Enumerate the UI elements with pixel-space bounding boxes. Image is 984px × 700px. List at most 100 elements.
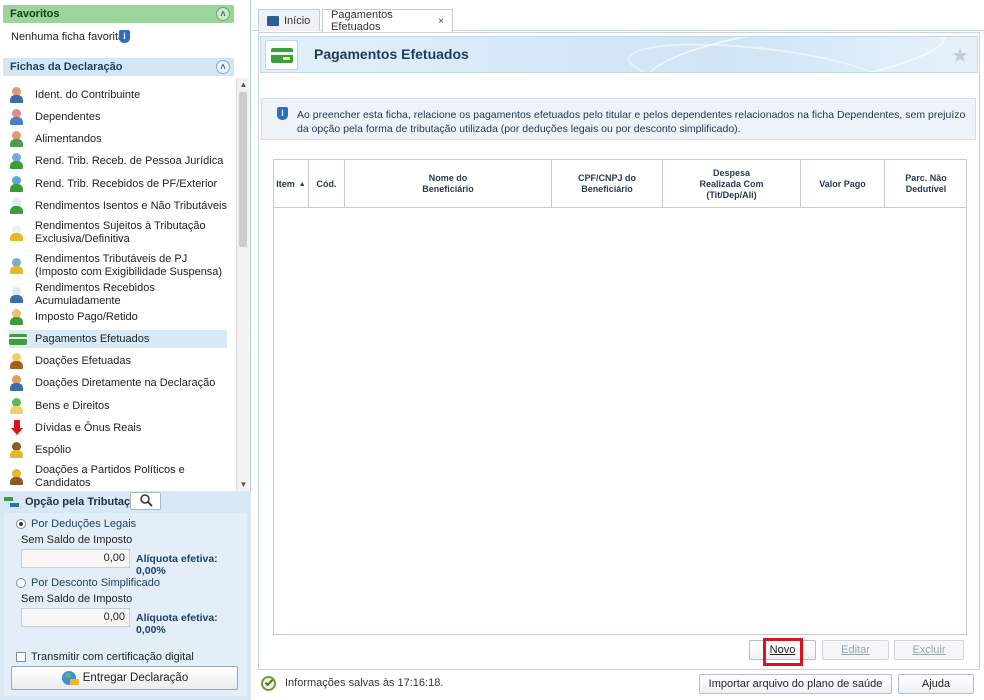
ficha-item-label: Rend. Trib. Receb. de Pessoa Jurídica (35, 154, 224, 167)
ficha-item[interactable]: Rend. Trib. Receb. de Pessoa Jurídica (9, 152, 227, 170)
simplificado-label: Por Desconto Simplificado (31, 577, 161, 589)
column-header-cod[interactable]: Cód. (309, 160, 345, 208)
info-icon: i (277, 107, 288, 120)
ficha-item-label: Doações Diretamente na Declaração (35, 376, 216, 389)
ficha-item[interactable]: Bens e Direitos (9, 397, 227, 415)
page-title: Pagamentos Efetuados (314, 46, 469, 62)
importar-plano-saude-button[interactable]: Importar arquivo do plano de saúde (699, 674, 892, 694)
column-header-despesa[interactable]: Despesa Realizada Com (Tit/Dep/Ali) (663, 160, 801, 208)
ficha-item[interactable]: Rendimentos Isentos e Não Tributáveis (9, 197, 227, 215)
ficha-item[interactable]: Espólio (9, 441, 227, 459)
ficha-item[interactable]: Doações a Partidos Políticos e Candidato… (9, 463, 227, 491)
income-pj-icon (9, 153, 27, 169)
simplificado-radio[interactable] (16, 578, 26, 588)
favoritos-empty-text: Nenhuma ficha favorita (11, 31, 125, 43)
ficha-item-label: Ident. do Contribuinte (35, 88, 141, 101)
fichas-scrollbar[interactable]: ▲ ▼ (236, 78, 249, 491)
ficha-item[interactable]: Imposto Pago/Retido (9, 308, 227, 326)
certificacao-checkbox[interactable] (16, 652, 26, 662)
ficha-item-label: Pagamentos Efetuados (35, 332, 150, 345)
scroll-down-icon[interactable]: ▼ (237, 478, 250, 491)
entregar-label: Entregar Declaração (82, 672, 189, 684)
person-icon (9, 87, 27, 103)
info-icon[interactable]: i (119, 30, 130, 43)
info-box: i Ao preencher esta ficha, relacione os … (261, 98, 976, 140)
tab-pagamentos-efetuados[interactable]: Pagamentos Efetuados × (322, 9, 453, 33)
ficha-item[interactable]: Doações Efetuadas (9, 352, 227, 370)
pagamentos-table[interactable]: Item ▲ Cód. Nome do Beneficiário CPF/CNPJ… (273, 159, 967, 635)
tributacao-panel: Opção pela Tributação: Por Deduções Lega… (0, 491, 251, 700)
entregar-declaracao-button[interactable]: Entregar Declaração (11, 666, 238, 690)
search-icon (139, 494, 153, 507)
ficha-item[interactable]: Ident. do Contribuinte (9, 86, 227, 104)
novo-highlight-box (763, 638, 803, 666)
tab-inicio-label: Início (284, 14, 311, 27)
column-header-valor[interactable]: Valor Pago (801, 160, 885, 208)
ficha-item[interactable]: Rend. Trib. Recebidos de PF/Exterior (9, 175, 227, 193)
ficha-item[interactable]: Dependentes (9, 108, 227, 126)
left-panel: Favoritos ˄ Nenhuma ficha favorita i Fic… (0, 0, 251, 700)
fichas-list: Ident. do Contribuinte Dependentes Aliment… (0, 80, 236, 492)
simplificado-saldo-label: Sem Saldo de Imposto (21, 593, 133, 605)
ficha-item-label: Rendimentos Recebidos Acumuladamente (35, 282, 155, 307)
party-donation-icon (9, 469, 27, 485)
search-button[interactable] (130, 492, 161, 510)
dependents-icon (9, 109, 27, 125)
ficha-item-label: Imposto Pago/Retido (35, 310, 138, 323)
ajuda-button[interactable]: Ajuda (898, 674, 974, 694)
close-icon[interactable]: × (438, 16, 444, 27)
arrows-icon (4, 495, 20, 509)
deducoes-radio-row[interactable]: Por Deduções Legais (16, 518, 136, 530)
ficha-item[interactable]: Rendimentos Tributáveis de PJ (Imposto c… (9, 252, 227, 280)
donation-icon (9, 353, 27, 369)
tax-paid-icon (9, 309, 27, 325)
ficha-item[interactable]: Pagamentos Efetuados (9, 330, 227, 348)
ajuda-label: Ajuda (921, 678, 951, 690)
ficha-item[interactable]: Doações Diretamente na Declaração (9, 374, 227, 392)
card-icon (9, 331, 27, 347)
ficha-item-label: Dependentes (35, 110, 101, 123)
deducoes-radio[interactable] (16, 519, 26, 529)
direct-donation-icon (9, 375, 27, 391)
simplificado-value: 0,00 (21, 608, 130, 627)
main-panel: Início Pagamentos Efetuados × Pagamentos… (252, 0, 984, 700)
column-header-nome[interactable]: Nome do Beneficiário (345, 160, 552, 208)
ficha-item-label: Doações Efetuadas (35, 354, 132, 367)
ficha-item[interactable]: Dívidas e Ônus Reais (9, 419, 227, 437)
scroll-thumb[interactable] (239, 92, 247, 247)
fichas-header[interactable]: Fichas da Declaração ˄ (3, 58, 234, 76)
column-header-cpf[interactable]: CPF/CNPJ do Beneficiário (552, 160, 663, 208)
scroll-up-icon[interactable]: ▲ (237, 78, 250, 91)
favoritos-header[interactable]: Favoritos ˄ (3, 5, 234, 23)
home-envelope-icon (267, 15, 279, 26)
tab-inicio[interactable]: Início (258, 9, 320, 31)
collapse-icon[interactable]: ˄ (216, 60, 230, 74)
column-header-parc[interactable]: Parc. Não Dedutível (885, 160, 967, 208)
status-bar: Informações salvas às 17:16:18. (261, 675, 443, 691)
deducoes-value: 0,00 (21, 549, 130, 568)
column-header-item[interactable]: Item ▲ (274, 160, 309, 208)
accumulated-icon (9, 287, 27, 303)
card-icon (265, 40, 298, 70)
star-icon[interactable]: ★ (951, 43, 969, 68)
sort-up-icon: ▲ (298, 180, 306, 188)
globe-send-icon (61, 670, 79, 686)
editar-button[interactable]: Editar (822, 640, 889, 660)
excluir-button[interactable]: Excluir (894, 640, 964, 660)
ficha-item[interactable]: Rendimentos Recebidos Acumuladamente (9, 282, 227, 307)
ficha-item[interactable]: Rendimentos Sujeitos à Tributação Exclus… (9, 219, 227, 247)
ficha-item-label: Espólio (35, 443, 72, 456)
importar-label: Importar arquivo do plano de saúde (708, 678, 883, 690)
saved-check-icon (261, 675, 279, 691)
deducoes-saldo-label: Sem Saldo de Imposto (21, 534, 133, 546)
tab-bar: Início Pagamentos Efetuados × (252, 0, 984, 33)
certificacao-row[interactable]: Transmitir com certificação digital (16, 651, 194, 663)
simplificado-radio-row[interactable]: Por Desconto Simplificado (16, 577, 160, 589)
table-header: Item ▲ Cód. Nome do Beneficiário CPF/CNPJ… (274, 160, 966, 208)
collapse-icon[interactable]: ˄ (216, 7, 230, 21)
ficha-item-label: Dívidas e Ônus Reais (35, 421, 142, 434)
ficha-item-label: Rendimentos Tributáveis de PJ (Imposto c… (35, 253, 223, 278)
ficha-item[interactable]: Alimentandos (9, 130, 227, 148)
status-text: Informações salvas às 17:16:18. (285, 677, 444, 689)
fichas-title: Fichas da Declaração (10, 61, 123, 73)
